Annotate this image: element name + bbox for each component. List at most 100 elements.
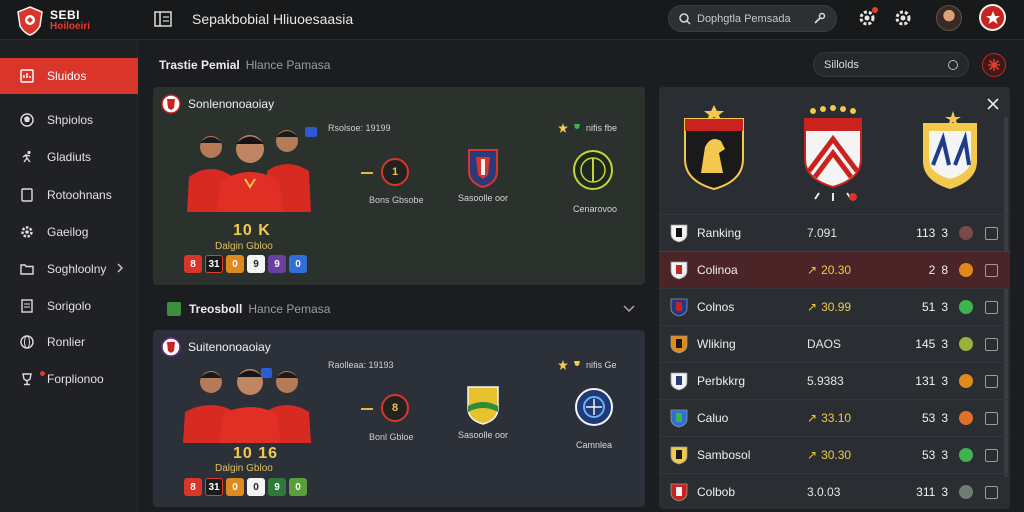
juve-logo-icon — [670, 224, 688, 243]
sidebar-item-6[interactable]: Soghloolny — [0, 251, 138, 287]
ranking-points: 53 3 — [922, 448, 948, 462]
ranking-row[interactable]: Colinoa ↗ 20.30 2 8 — [659, 251, 1010, 288]
ranking-team-name: Colinoa — [697, 263, 738, 277]
search-bar[interactable] — [668, 5, 837, 32]
ranking-value: 7.091 — [807, 226, 837, 240]
user-avatar[interactable] — [936, 5, 962, 31]
team-crest-icon[interactable] — [466, 147, 500, 189]
section-header-2[interactable]: Treosboll Hance Pemasa — [153, 296, 645, 322]
row-action-button[interactable] — [985, 226, 998, 240]
players-photo — [175, 358, 325, 448]
row-action-button[interactable] — [985, 374, 998, 388]
crest-label: Sasoolle oor — [458, 430, 509, 440]
chip[interactable]: 8 — [184, 478, 202, 496]
logo-line2: Hoiloeiri — [50, 21, 91, 32]
search-input[interactable] — [697, 12, 807, 25]
club-badge-icon[interactable] — [979, 4, 1006, 31]
chip[interactable]: 9 — [268, 255, 286, 273]
sidebar-item-3[interactable]: Gladiuts — [0, 139, 138, 175]
favorite-tag[interactable]: nifis fbe — [558, 123, 617, 133]
team-crest-icon[interactable] — [465, 384, 501, 426]
chip[interactable]: 31 — [205, 255, 223, 273]
badge-dot — [40, 371, 45, 376]
status-dot-icon — [959, 448, 973, 462]
ranking-row[interactable]: Sambosol ↗ 30.30 53 3 — [659, 436, 1010, 473]
top-bar: SEBI Hoiloeiri Sepakbobial Hliuoesaasia — [0, 0, 1024, 40]
match-card-1[interactable]: Sonlenonoaoiay 10 K Dalgin Gbloo 8 31 0 … — [153, 87, 645, 285]
ranking-row[interactable]: Colbob 3.0.03 311 3 — [659, 473, 1010, 509]
sidebar-item-9[interactable]: Forplionoo — [0, 361, 138, 397]
sidebar-item-4[interactable]: Rotoohnans — [0, 177, 138, 213]
ranking-row[interactable]: Ranking 7.091 113 3 — [659, 214, 1010, 251]
chevron-right-icon[interactable] — [116, 263, 124, 273]
sort-dropdown[interactable]: Sillolds — [813, 52, 969, 77]
status-dot-icon — [959, 263, 973, 277]
ranking-team-name: Ranking — [697, 226, 742, 240]
chip[interactable]: 0 — [226, 478, 244, 496]
chip-row: 8 31 0 0 9 0 — [184, 478, 307, 496]
sidebar-item-7[interactable]: Sorigolo — [0, 288, 138, 324]
lion-crest-icon[interactable] — [681, 101, 747, 193]
sidebar-item-label: Gladiuts — [47, 150, 92, 164]
red-white-logo-icon — [670, 483, 688, 502]
score-subtitle: Dalgin Gbloo — [215, 463, 273, 474]
players-photo — [175, 117, 325, 212]
chip[interactable]: 0 — [247, 478, 265, 496]
tablet-icon — [20, 188, 34, 202]
chip[interactable]: 0 — [289, 478, 307, 496]
team-crest-icon[interactable] — [572, 147, 614, 193]
pill-counter[interactable]: 8 — [381, 394, 409, 422]
row-action-button[interactable] — [985, 448, 998, 462]
app-logo[interactable]: SEBI Hoiloeiri — [16, 4, 136, 38]
ranking-team-name: Colbob — [697, 485, 736, 499]
settings-button[interactable] — [892, 7, 914, 29]
row-action-button[interactable] — [985, 337, 998, 351]
trend-up-icon: ↗ — [807, 411, 818, 425]
chip[interactable]: 0 — [289, 255, 307, 273]
row-action-button[interactable] — [985, 263, 998, 277]
chip[interactable]: 9 — [268, 478, 286, 496]
runner-icon — [20, 150, 34, 164]
row-action-button[interactable] — [985, 485, 998, 499]
sidebar-item-8[interactable]: Ronlier — [0, 324, 138, 360]
gold-logo-icon — [670, 446, 688, 465]
sidebar-item-2[interactable]: Shpiolos — [0, 102, 138, 138]
row-action-button[interactable] — [985, 411, 998, 425]
chevron-down-icon[interactable] — [623, 305, 635, 313]
ranking-value-text: 30.99 — [821, 300, 852, 314]
pill-counter[interactable]: 1 — [381, 158, 409, 186]
sidebar-item-5[interactable]: Gaeilog — [0, 214, 138, 250]
ranking-value-text: 30.30 — [821, 448, 852, 462]
chip[interactable]: 8 — [184, 255, 202, 273]
favorite-tag[interactable]: nifis Ge — [558, 360, 617, 370]
chip[interactable]: 9 — [247, 255, 265, 273]
sidebar-item-1[interactable]: Sluidos — [0, 58, 138, 94]
ranking-points: 145 3 — [915, 337, 948, 351]
match-card-2[interactable]: Suitenonoaoiay 10 16 Dalgin Gbloo 8 31 0… — [153, 330, 645, 507]
tools-icon[interactable] — [813, 12, 826, 25]
ranking-row[interactable]: Wliking DAOS 145 3 — [659, 325, 1010, 362]
ranking-points-secondary: 3 — [941, 448, 948, 462]
favorite-text: nifis fbe — [586, 123, 618, 133]
ranking-row[interactable]: Caluo ↗ 33.10 53 3 — [659, 399, 1010, 436]
globe-icon — [20, 335, 34, 349]
chip[interactable]: 31 — [205, 478, 223, 496]
ranking-value: 5.9383 — [807, 374, 844, 388]
ranking-value-text: 20.30 — [821, 263, 852, 277]
brand-crest-icon[interactable] — [982, 53, 1006, 77]
section-title-text: Trastie Pemial — [159, 58, 240, 72]
blue-crest-icon[interactable] — [919, 109, 981, 193]
team-crest-icon[interactable] — [574, 385, 614, 429]
ranking-row[interactable]: Perbkkrg 5.9383 131 3 — [659, 362, 1010, 399]
ranking-row[interactable]: Colnos ↗ 30.99 51 3 — [659, 288, 1010, 325]
chip[interactable]: 0 — [226, 255, 244, 273]
ranking-points: 113 3 — [916, 226, 948, 240]
ranking-points-main: 51 — [921, 300, 936, 314]
status-dot-icon — [959, 411, 973, 425]
row-action-button[interactable] — [985, 300, 998, 314]
menu-icon[interactable] — [154, 11, 172, 27]
crest-label: Camnlea — [576, 440, 613, 450]
notification-button[interactable] — [856, 7, 878, 29]
striped-crest-icon[interactable] — [801, 105, 865, 205]
close-icon[interactable] — [986, 97, 1000, 111]
